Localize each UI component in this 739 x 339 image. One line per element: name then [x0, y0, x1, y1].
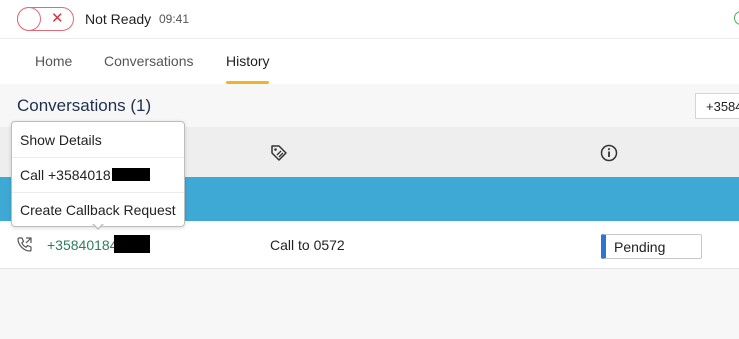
phone-number-link[interactable]: +35840184	[47, 237, 117, 253]
menu-item-create-callback[interactable]: Create Callback Request	[12, 192, 184, 227]
context-menu: Show Details Call +3584018 Create Callba…	[11, 121, 185, 227]
search-input[interactable]: +3584	[695, 93, 739, 119]
redacted-block	[114, 235, 150, 253]
menu-pointer-fill	[93, 223, 103, 228]
status-badge: Pending	[601, 234, 702, 259]
status-timer: 09:41	[159, 12, 190, 26]
availability-toggle[interactable]: ✕	[17, 7, 74, 31]
tab-home[interactable]: Home	[35, 53, 72, 69]
status-indicator-icon	[734, 11, 739, 25]
toggle-knob	[17, 7, 41, 31]
page-title: Conversations (1)	[17, 96, 152, 115]
close-x-icon: ✕	[51, 10, 64, 27]
status-bar: ✕ Not Ready 09:41	[0, 0, 739, 39]
menu-item-show-details[interactable]: Show Details	[12, 122, 184, 157]
conversation-subject: Call to 0572	[270, 237, 345, 253]
tab-history[interactable]: History	[226, 53, 270, 69]
redacted-block	[112, 168, 150, 181]
menu-item-call[interactable]: Call +3584018	[12, 157, 184, 192]
info-icon[interactable]	[600, 144, 618, 162]
status-label: Not Ready	[85, 11, 152, 27]
phone-outgoing-icon	[17, 237, 32, 252]
tag-icon[interactable]	[270, 144, 288, 162]
table-row[interactable]: +35840184 Call to 0572 Pending	[0, 221, 739, 269]
tab-bar: Home Conversations History	[0, 39, 739, 84]
tab-conversations[interactable]: Conversations	[104, 53, 194, 69]
